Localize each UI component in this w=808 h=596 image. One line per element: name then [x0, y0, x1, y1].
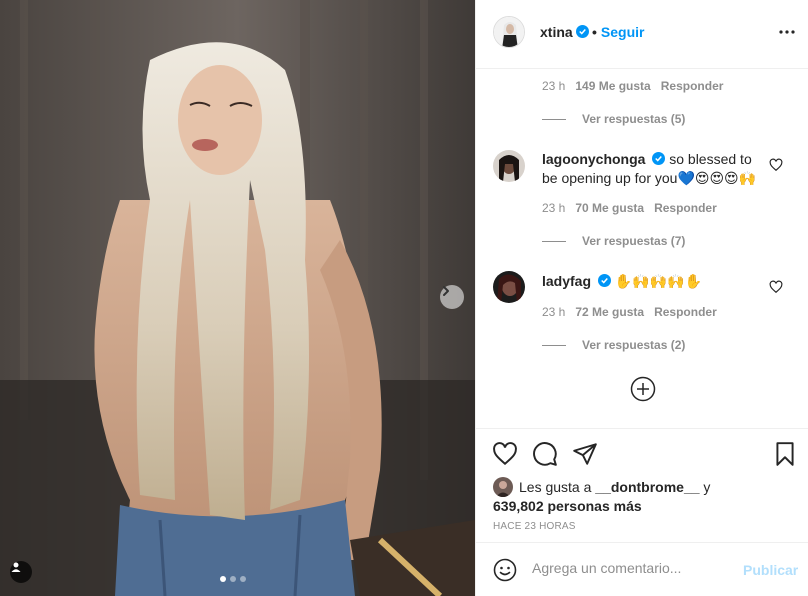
heart-icon[interactable]: [769, 158, 783, 172]
post-header: xtina • Seguir: [476, 0, 808, 69]
comments-list: 23 h 149 Me gusta Responder Ver respuestas…: [476, 70, 808, 428]
likes-conjunction: y: [703, 479, 711, 495]
comment-meta: 23 h 70 Me gusta Responder: [542, 201, 717, 215]
share-icon[interactable]: [572, 441, 598, 467]
reply-button[interactable]: Responder: [654, 201, 717, 215]
comment-icon[interactable]: [532, 441, 558, 467]
comment-text: ladyfag ✋🙌🙌🙌✋: [542, 272, 762, 291]
heart-icon[interactable]: [492, 441, 518, 467]
verified-badge-icon: [575, 25, 589, 38]
heart-icon[interactable]: [769, 280, 783, 294]
author-avatar[interactable]: [493, 16, 525, 48]
comment-likes[interactable]: 72 Me gusta: [575, 305, 644, 319]
chevron-right-icon: [443, 286, 449, 296]
view-replies-label[interactable]: Ver respuestas (5): [582, 112, 685, 126]
avatar-image: [493, 477, 513, 497]
follow-button[interactable]: • Seguir: [592, 24, 644, 40]
publish-button[interactable]: Publicar: [743, 562, 798, 578]
next-photo-button[interactable]: [440, 285, 464, 309]
comment-likes[interactable]: 149 Me gusta: [575, 79, 650, 93]
replies-line: [542, 344, 566, 346]
commenter-username[interactable]: ladyfag: [542, 273, 591, 289]
view-replies-button[interactable]: Ver respuestas (5): [542, 112, 685, 126]
follow-label[interactable]: Seguir: [601, 24, 645, 40]
likes-prefix: Les gusta a: [519, 479, 592, 495]
likes-count[interactable]: 639,802: [493, 498, 544, 514]
bookmark-icon[interactable]: [772, 441, 798, 467]
separator-dot: •: [592, 24, 597, 40]
tagged-users-button[interactable]: [10, 561, 32, 583]
comment-time: 23 h: [542, 201, 566, 215]
verified-badge-icon: [597, 274, 611, 287]
avatar-image: [493, 150, 525, 182]
replies-line: [542, 118, 566, 120]
post-timestamp[interactable]: HACE 23 HORAS: [493, 521, 576, 532]
add-comment-bar: Publicar: [476, 542, 808, 596]
likes-summary: Les gusta a __dontbrome__ y 639,802 pers…: [493, 477, 710, 515]
comment-text: lagoonychonga so blessed to be opening u…: [542, 150, 762, 188]
author-username[interactable]: xtina: [540, 24, 589, 40]
comment-meta: 23 h 149 Me gusta Responder: [542, 79, 723, 93]
carousel-dot: [220, 576, 226, 582]
carousel-dot: [230, 576, 236, 582]
comment-time: 23 h: [542, 79, 566, 93]
post-actions: Les gusta a __dontbrome__ y 639,802 pers…: [476, 428, 808, 544]
commenter-avatar[interactable]: [493, 150, 525, 182]
commenter-username[interactable]: lagoonychonga: [542, 151, 645, 167]
verified-badge-icon: [652, 152, 666, 165]
view-replies-button[interactable]: Ver respuestas (7): [542, 234, 685, 248]
liker-username[interactable]: __dontbrome__: [595, 479, 699, 495]
comment-time: 23 h: [542, 305, 566, 319]
post-photo[interactable]: [0, 0, 475, 596]
comment-likes[interactable]: 70 Me gusta: [575, 201, 644, 215]
avatar-image: [493, 271, 525, 303]
comment-input[interactable]: [532, 560, 732, 576]
likes-count-suffix[interactable]: personas más: [548, 498, 642, 514]
carousel-dot: [240, 576, 246, 582]
view-replies-button[interactable]: Ver respuestas (2): [542, 338, 685, 352]
view-replies-label[interactable]: Ver respuestas (2): [582, 338, 685, 352]
author-username-text[interactable]: xtina: [540, 24, 573, 40]
liker-avatar[interactable]: [493, 477, 513, 497]
ellipsis-icon[interactable]: [777, 22, 797, 42]
reply-button[interactable]: Responder: [661, 79, 724, 93]
commenter-avatar[interactable]: [493, 271, 525, 303]
photo-illustration: [0, 0, 475, 596]
reply-button[interactable]: Responder: [654, 305, 717, 319]
avatar-image: [494, 17, 524, 47]
carousel-indicator: [220, 576, 246, 582]
user-icon: [11, 562, 21, 572]
comment-meta: 23 h 72 Me gusta Responder: [542, 305, 717, 319]
comment-body: ✋🙌🙌🙌✋: [614, 273, 702, 289]
view-replies-label[interactable]: Ver respuestas (7): [582, 234, 685, 248]
post-sidebar: xtina • Seguir 23 h 149 Me gusta Responder …: [475, 0, 808, 596]
replies-line: [542, 240, 566, 242]
emoji-icon[interactable]: [493, 558, 517, 582]
load-more-comments-icon[interactable]: [630, 376, 656, 402]
